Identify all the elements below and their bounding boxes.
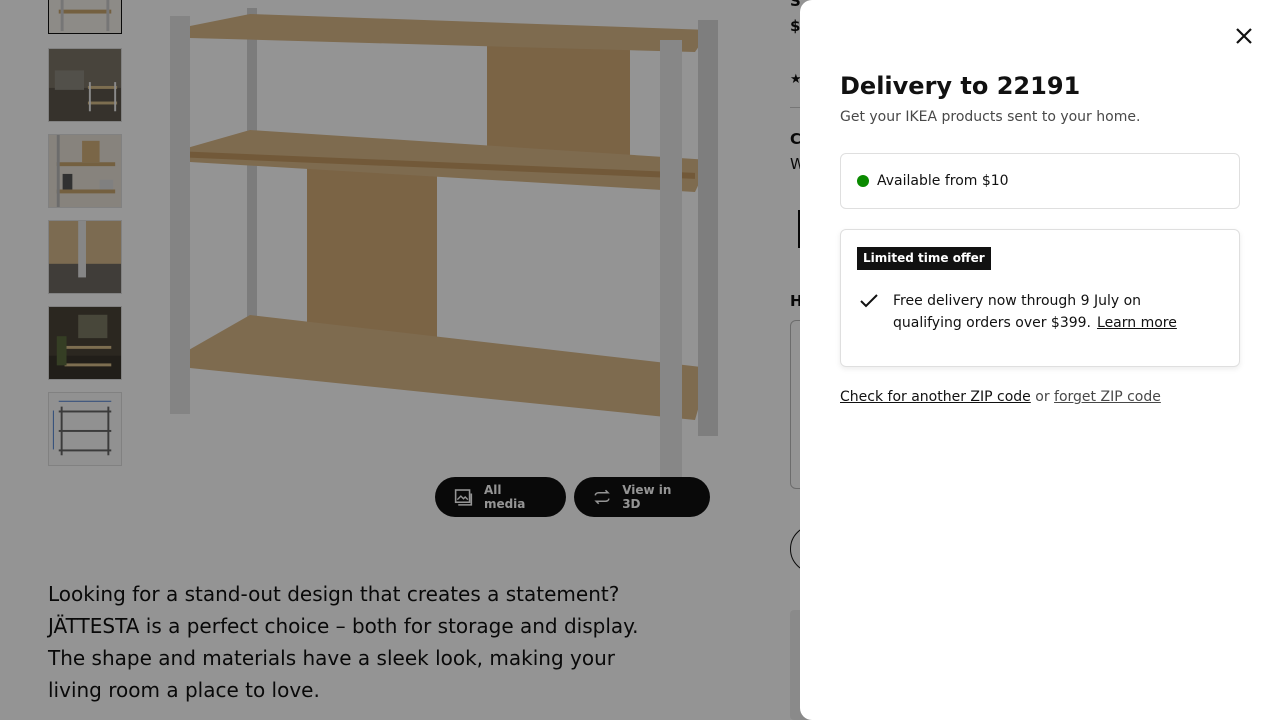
availability-text: Available from $10: [877, 173, 1009, 189]
learn-more-link[interactable]: Learn more: [1097, 315, 1177, 331]
forget-zip-link[interactable]: forget ZIP code: [1054, 389, 1161, 405]
check-zip-link[interactable]: Check for another ZIP code: [840, 389, 1031, 405]
close-icon: [1236, 28, 1252, 44]
zip-or-text: or: [1035, 389, 1050, 405]
offer-badge: Limited time offer: [857, 247, 991, 270]
drawer-subtitle: Get your IKEA products sent to your home…: [840, 109, 1141, 125]
drawer-title: Delivery to 22191: [840, 72, 1081, 100]
offer-box: Limited time offer Free delivery now thr…: [840, 229, 1240, 367]
close-button[interactable]: [1224, 16, 1264, 56]
checkmark-icon: [860, 294, 878, 308]
availability-box: Available from $10: [840, 153, 1240, 209]
zip-actions: Check for another ZIP code or forget ZIP…: [840, 389, 1161, 405]
offer-text-block: Free delivery now through 9 July on qual…: [893, 290, 1213, 334]
availability-status-icon: [857, 175, 869, 187]
